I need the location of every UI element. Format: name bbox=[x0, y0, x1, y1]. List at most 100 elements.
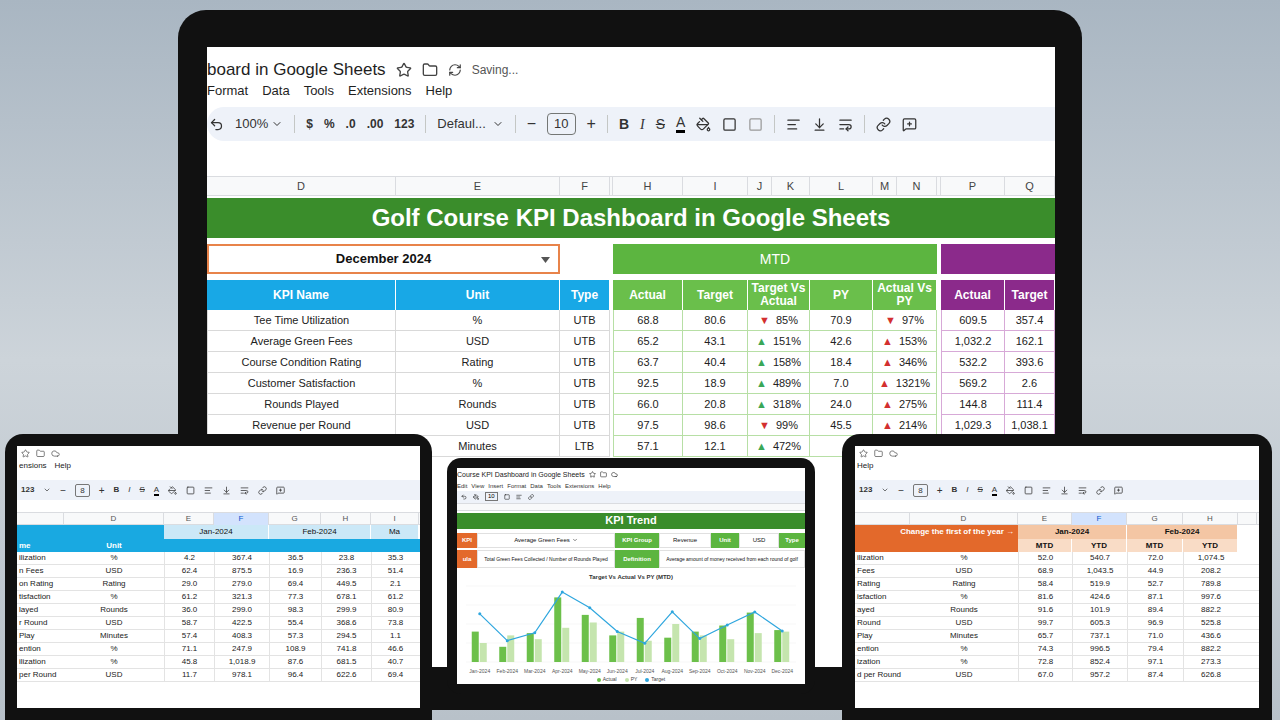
format-button[interactable]: .0 bbox=[346, 115, 356, 133]
chart-point[interactable] bbox=[616, 630, 619, 633]
column-header[interactable] bbox=[17, 513, 64, 525]
menu-item[interactable]: Help bbox=[598, 482, 610, 491]
font-size[interactable]: 8 bbox=[913, 484, 927, 497]
column-header[interactable]: Q bbox=[1005, 177, 1055, 195]
increase-size[interactable]: + bbox=[937, 483, 943, 498]
column-header[interactable]: E bbox=[396, 177, 560, 195]
chart-bar[interactable] bbox=[609, 635, 616, 662]
borders-icon[interactable] bbox=[1024, 486, 1033, 495]
fill-icon[interactable] bbox=[168, 486, 177, 495]
column-header[interactable]: D bbox=[207, 177, 396, 195]
chart-bar[interactable] bbox=[664, 638, 671, 662]
align-icon[interactable] bbox=[786, 117, 801, 132]
kpi-dropdown[interactable]: Average Green Fees bbox=[477, 533, 615, 549]
column-header[interactable]: E bbox=[1018, 513, 1072, 525]
wrap-icon[interactable] bbox=[240, 486, 249, 495]
chart-point[interactable] bbox=[781, 630, 784, 633]
column-header[interactable]: N bbox=[897, 177, 937, 195]
align-icon[interactable] bbox=[1042, 486, 1051, 495]
font-size[interactable]: 10 bbox=[547, 113, 575, 135]
chart-point[interactable] bbox=[506, 639, 509, 642]
menu-item[interactable]: Extensions bbox=[565, 482, 594, 491]
chart-point[interactable] bbox=[478, 612, 481, 615]
menu-item[interactable]: Insert bbox=[488, 482, 503, 491]
menu-item[interactable]: Help bbox=[857, 460, 873, 472]
wrap-icon[interactable] bbox=[838, 117, 853, 132]
strike-button[interactable]: S bbox=[656, 114, 665, 135]
decrease-size[interactable]: − bbox=[527, 112, 536, 136]
menu-item[interactable]: Data bbox=[530, 482, 543, 491]
menu-item[interactable]: Help bbox=[426, 81, 453, 101]
fill-icon[interactable] bbox=[473, 494, 479, 500]
month-dropdown[interactable]: December 2024 bbox=[207, 244, 560, 274]
font-select[interactable]: Defaul... bbox=[437, 114, 503, 134]
valign-icon[interactable] bbox=[812, 117, 827, 132]
undo-icon[interactable] bbox=[461, 494, 467, 500]
doc-title[interactable]: board in Google Sheets bbox=[207, 59, 386, 81]
comment-icon[interactable] bbox=[1114, 486, 1123, 495]
folder-icon[interactable] bbox=[874, 449, 883, 458]
chart-point[interactable] bbox=[588, 606, 591, 609]
column-header[interactable] bbox=[1238, 513, 1257, 525]
folder-icon[interactable] bbox=[422, 62, 438, 78]
menu-item[interactable]: View bbox=[471, 482, 484, 491]
star-icon[interactable] bbox=[859, 449, 868, 458]
chart-bar[interactable] bbox=[617, 632, 624, 662]
column-header[interactable]: J bbox=[748, 177, 772, 195]
column-header[interactable]: F bbox=[560, 177, 610, 195]
chart-bar[interactable] bbox=[774, 630, 781, 662]
column-header[interactable]: D bbox=[910, 513, 1018, 525]
text-color-button[interactable]: A bbox=[154, 485, 159, 496]
increase-size[interactable]: + bbox=[587, 112, 596, 136]
link-icon[interactable] bbox=[258, 486, 267, 495]
undo-icon[interactable] bbox=[209, 117, 224, 132]
bold-button[interactable]: B bbox=[952, 484, 958, 496]
borders-icon[interactable] bbox=[186, 486, 195, 495]
chart-bar[interactable] bbox=[562, 628, 569, 662]
chart-bar[interactable] bbox=[582, 615, 589, 662]
column-header[interactable]: K bbox=[772, 177, 810, 195]
chart-bar[interactable] bbox=[782, 632, 789, 662]
chart-bar[interactable] bbox=[590, 622, 597, 662]
chart-bar[interactable] bbox=[554, 597, 561, 662]
folder-icon[interactable] bbox=[600, 471, 607, 478]
menu-item[interactable]: Format bbox=[507, 482, 526, 491]
italic-button[interactable]: I bbox=[128, 484, 130, 496]
column-header[interactable]: E bbox=[164, 513, 214, 525]
chart-bar[interactable] bbox=[499, 647, 506, 662]
menu-item[interactable]: Format bbox=[207, 81, 248, 101]
chart-point[interactable] bbox=[726, 624, 729, 627]
format-button[interactable]: % bbox=[324, 115, 335, 133]
menu-item[interactable]: Data bbox=[262, 81, 289, 101]
chart-bar[interactable] bbox=[672, 624, 679, 662]
column-header[interactable]: M bbox=[873, 177, 897, 195]
chart-point[interactable] bbox=[643, 642, 646, 645]
zoom[interactable]: 100% bbox=[235, 114, 283, 134]
column-header[interactable]: H bbox=[613, 177, 683, 195]
star-icon[interactable] bbox=[589, 471, 596, 478]
text-color-button[interactable]: A bbox=[992, 485, 997, 496]
star-icon[interactable] bbox=[396, 62, 412, 78]
column-header[interactable]: D bbox=[64, 513, 164, 525]
bold-button[interactable]: B bbox=[114, 484, 120, 496]
font-size[interactable]: 10 bbox=[485, 492, 498, 501]
valign-icon[interactable] bbox=[222, 486, 231, 495]
column-header[interactable]: H bbox=[1183, 513, 1238, 525]
number-format[interactable]: 123 bbox=[21, 484, 34, 496]
column-header[interactable]: G bbox=[1127, 513, 1183, 525]
chart-point[interactable] bbox=[533, 631, 536, 634]
fill-icon[interactable] bbox=[696, 117, 711, 132]
chart-bar[interactable] bbox=[480, 643, 487, 662]
column-header[interactable]: I bbox=[683, 177, 748, 195]
italic-button[interactable]: I bbox=[966, 484, 968, 496]
link-icon[interactable] bbox=[1096, 486, 1105, 495]
column-header[interactable]: F bbox=[214, 513, 269, 525]
link-icon[interactable] bbox=[528, 494, 534, 500]
italic-button[interactable]: I bbox=[640, 114, 645, 135]
chart-point[interactable] bbox=[753, 610, 756, 613]
chart-bar[interactable] bbox=[472, 632, 479, 662]
column-header[interactable]: G bbox=[269, 513, 321, 525]
font-size[interactable]: 8 bbox=[75, 484, 89, 497]
comment-icon[interactable] bbox=[276, 486, 285, 495]
chart-bar[interactable] bbox=[535, 639, 542, 662]
